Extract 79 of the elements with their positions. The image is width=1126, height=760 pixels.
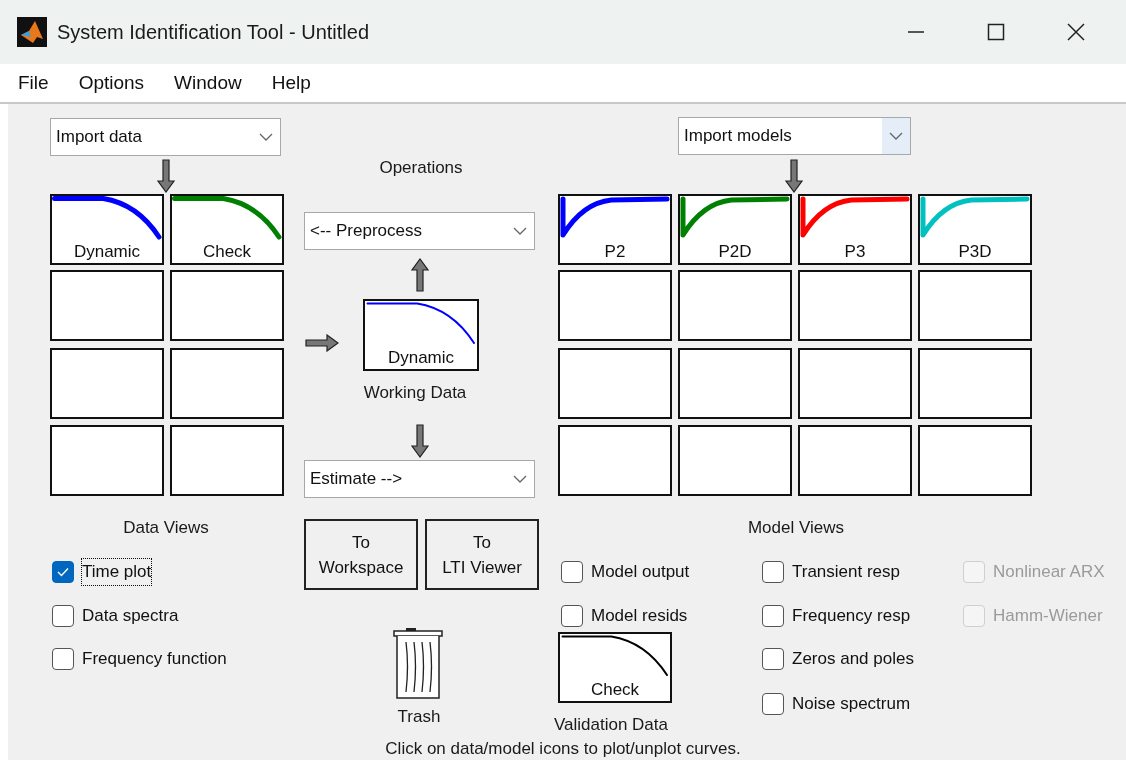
arrow-icon: [305, 334, 339, 352]
chevron-icon: [513, 227, 527, 235]
checkbox-label: Transient resp: [792, 561, 901, 583]
preprocess-dropdown[interactable]: <-- Preprocess: [304, 212, 535, 250]
section-title: Data Views: [122, 517, 210, 539]
window-title: System Identification Tool - Untitled: [57, 20, 369, 45]
checkbox-label: Model output: [591, 561, 690, 583]
data-tile[interactable]: Check: [170, 194, 284, 265]
menu-item[interactable]: Options: [68, 68, 155, 98]
hint-text: Click on data/model icons to plot/unplot curves.: [384, 738, 742, 760]
checkbox[interactable]: [52, 560, 74, 583]
menu-item[interactable]: File: [8, 68, 59, 98]
checkbox-label: Data spectra: [82, 605, 179, 627]
working-data-caption: Working Data: [362, 382, 468, 404]
trash-label: Trash: [396, 706, 442, 728]
chevron-icon: [513, 475, 527, 483]
empty-slot[interactable]: [50, 270, 164, 341]
section-title: Model Views: [746, 517, 846, 539]
empty-slot[interactable]: [678, 425, 792, 496]
empty-slot[interactable]: [918, 270, 1032, 341]
checkbox-label: Model resids: [591, 605, 688, 627]
arrow-icon: [411, 424, 429, 458]
model-tile[interactable]: P3D: [918, 194, 1032, 265]
close-icon: [1067, 23, 1085, 41]
data-tile[interactable]: Dynamic: [363, 299, 479, 371]
empty-slot[interactable]: [558, 425, 672, 496]
check-icon: [57, 566, 69, 577]
logo-icon: [17, 17, 47, 47]
empty-slot[interactable]: [798, 348, 912, 419]
minimize-icon: [907, 31, 925, 33]
arrow-icon: [157, 159, 175, 193]
checkbox-label: Hamm-Wiener: [993, 605, 1103, 627]
checkbox[interactable]: [52, 604, 74, 627]
import-models-dropdown[interactable]: Import models: [678, 117, 911, 155]
checkbox[interactable]: [762, 560, 784, 583]
empty-slot[interactable]: [678, 348, 792, 419]
chevron-icon: [889, 132, 903, 140]
section-title: Operations: [378, 157, 464, 179]
model-tile[interactable]: P2: [558, 194, 672, 265]
empty-slot[interactable]: [558, 270, 672, 341]
checkbox-label: Frequency resp: [792, 605, 911, 627]
import-data-dropdown[interactable]: Import data: [50, 118, 281, 156]
checkbox[interactable]: [762, 604, 784, 627]
empty-slot[interactable]: [798, 270, 912, 341]
model-tile[interactable]: P3: [798, 194, 912, 265]
action-button[interactable]: To Workspace: [304, 519, 418, 590]
checkbox[interactable]: [762, 692, 784, 715]
trash-icon: [393, 628, 445, 700]
chevron-icon: [259, 133, 273, 141]
empty-slot[interactable]: [798, 425, 912, 496]
action-button[interactable]: To LTI Viewer: [425, 519, 539, 590]
checkbox[interactable]: [561, 560, 583, 583]
data-tile[interactable]: Check: [558, 632, 672, 703]
checkbox[interactable]: [52, 647, 74, 670]
empty-slot[interactable]: [558, 348, 672, 419]
empty-slot[interactable]: [170, 425, 284, 496]
checkbox-label: Nonlinear ARX: [993, 561, 1105, 583]
menu-item[interactable]: Help: [261, 68, 321, 98]
empty-slot[interactable]: [50, 425, 164, 496]
empty-slot[interactable]: [170, 270, 284, 341]
maximize-icon: [987, 23, 1005, 41]
arrow-icon: [785, 159, 803, 193]
empty-slot[interactable]: [918, 425, 1032, 496]
empty-slot[interactable]: [678, 270, 792, 341]
menu-item[interactable]: Window: [164, 68, 252, 98]
empty-slot[interactable]: [170, 348, 284, 419]
checkbox[interactable]: [762, 647, 784, 670]
estimate-dropdown[interactable]: Estimate -->: [304, 460, 535, 498]
checkbox-label: Frequency function: [82, 648, 227, 670]
data-tile[interactable]: Dynamic: [50, 194, 164, 265]
checkbox-label: Noise spectrum: [792, 693, 911, 715]
checkbox-label: Time plot: [82, 559, 152, 585]
validation-caption: Validation Data: [552, 714, 669, 736]
model-tile[interactable]: P2D: [678, 194, 792, 265]
arrow-icon: [411, 258, 429, 292]
empty-slot[interactable]: [50, 348, 164, 419]
checkbox-label: Zeros and poles: [792, 648, 914, 670]
empty-slot[interactable]: [918, 348, 1032, 419]
checkbox[interactable]: [561, 604, 583, 627]
